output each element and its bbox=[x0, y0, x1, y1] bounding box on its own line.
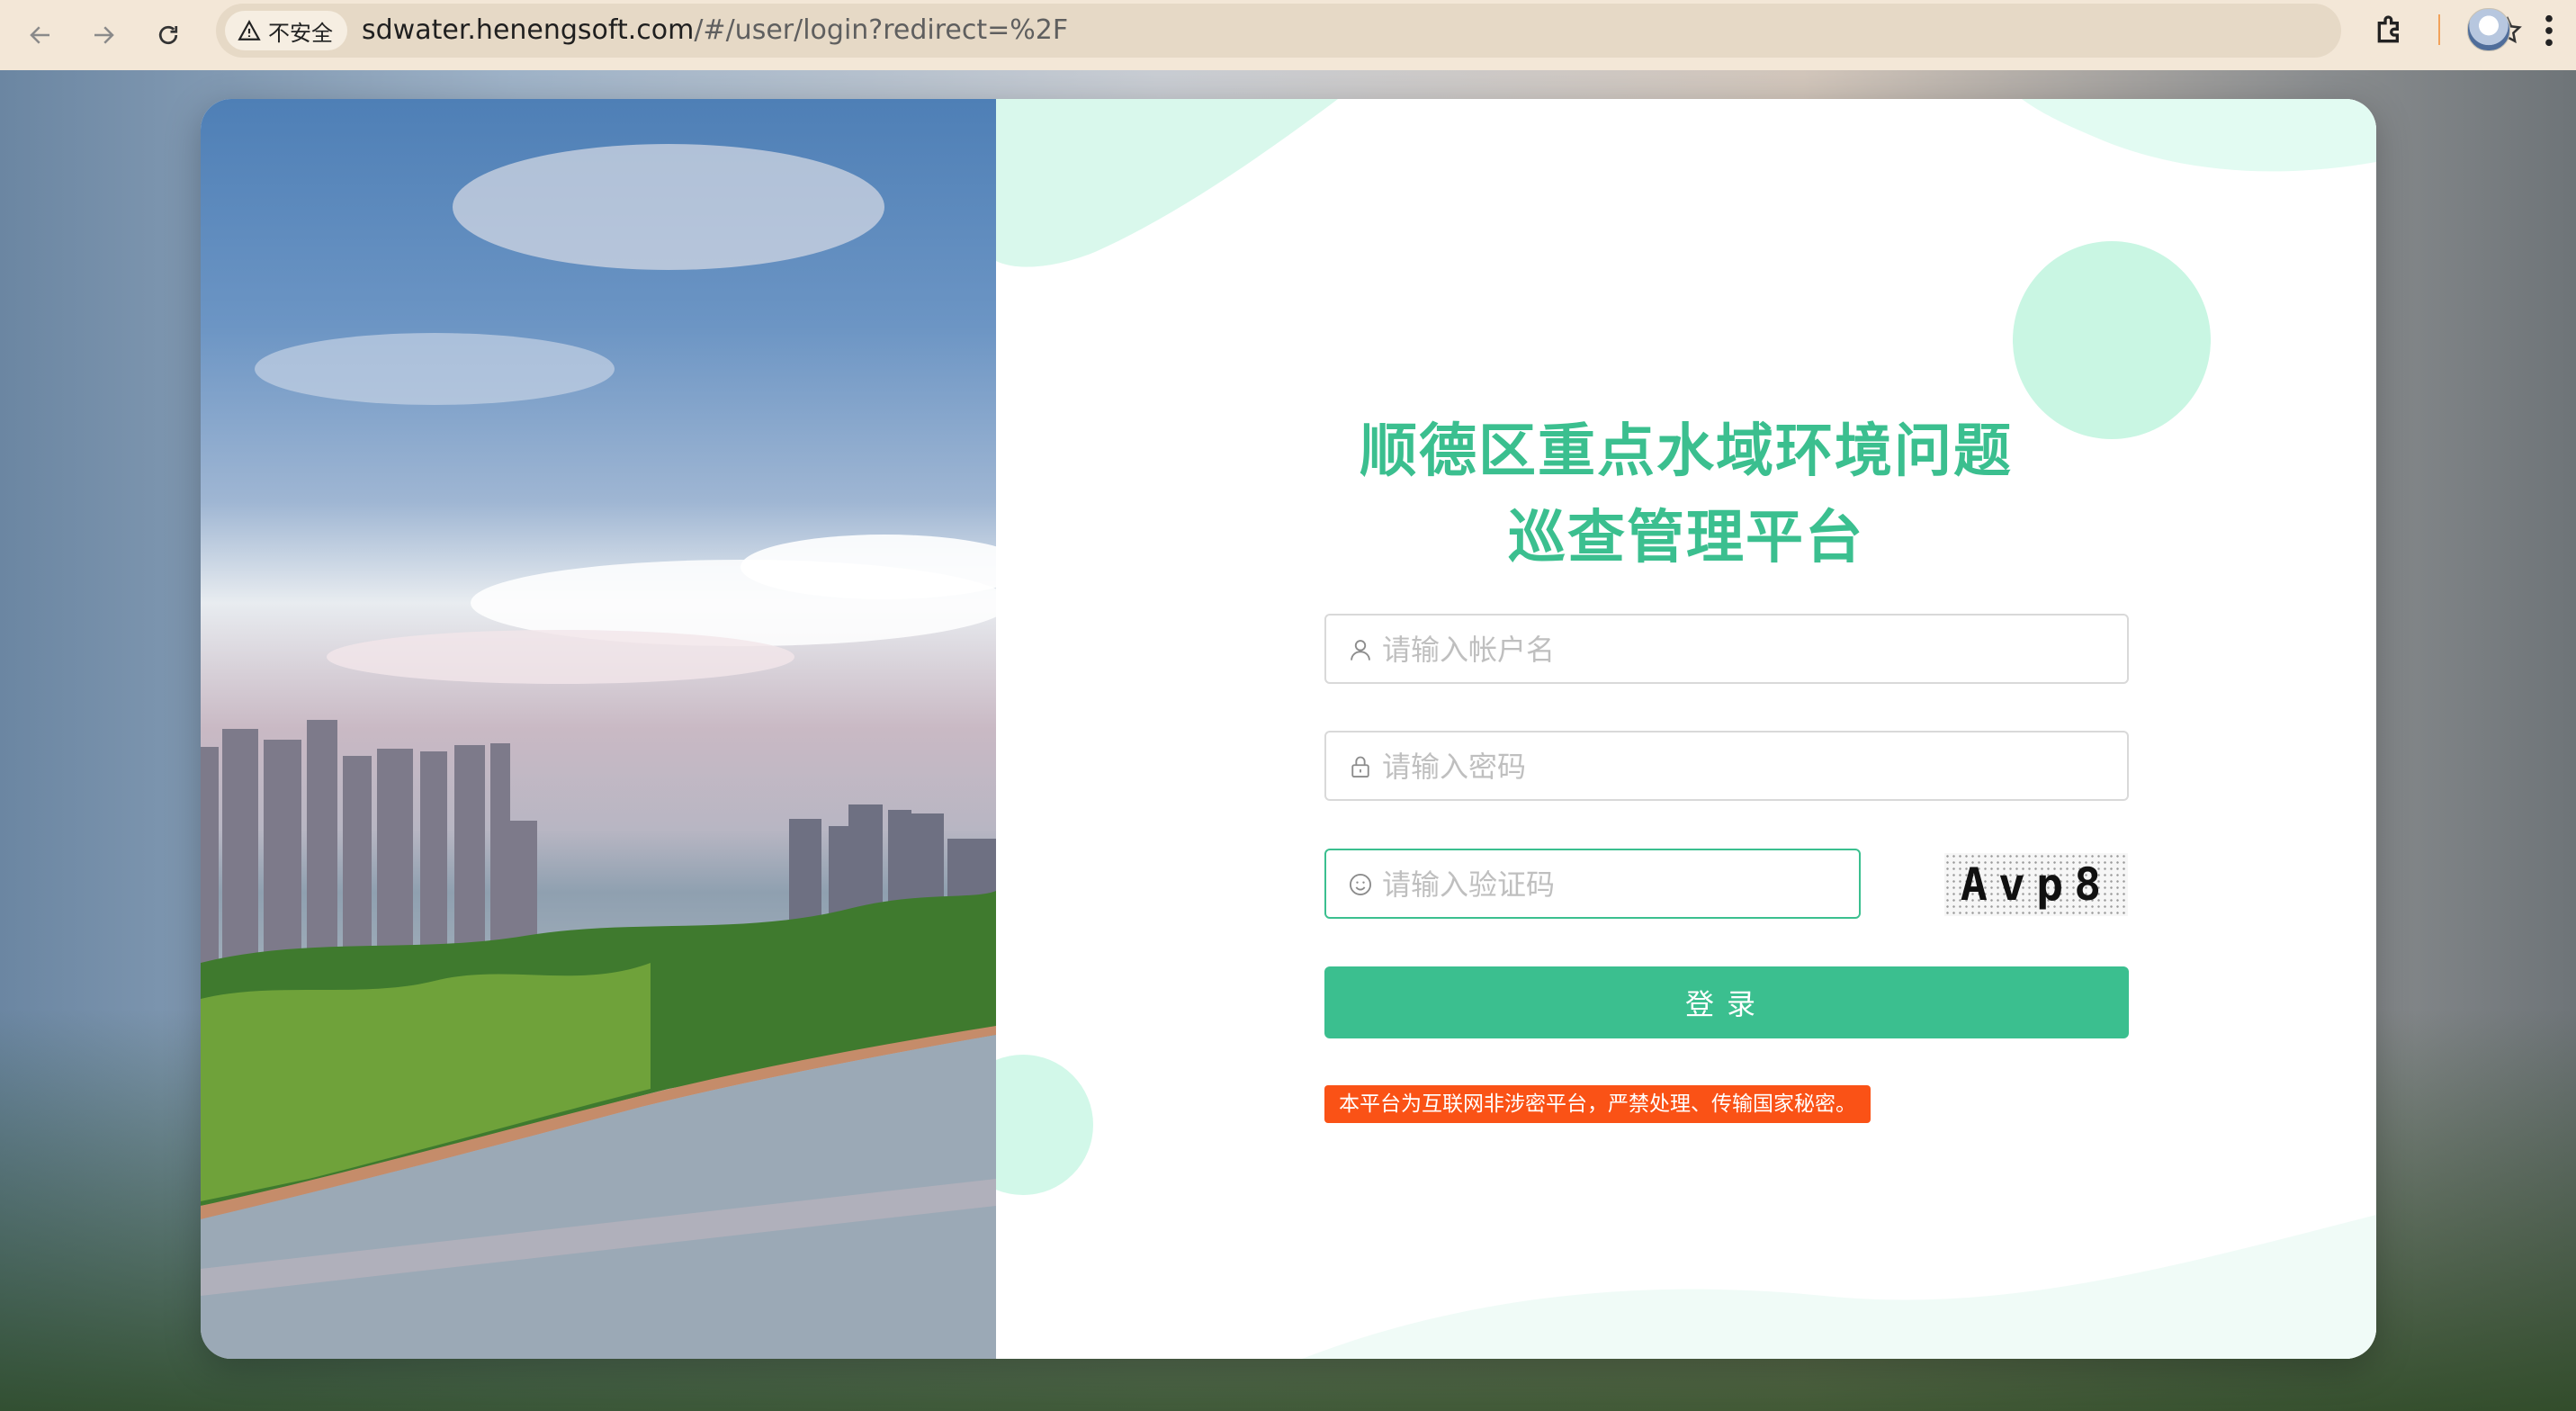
password-field[interactable] bbox=[1324, 731, 2129, 801]
decorative-blobs bbox=[996, 99, 2376, 1359]
username-field[interactable] bbox=[1324, 614, 2129, 684]
city-river-illustration bbox=[201, 144, 996, 1359]
password-input[interactable] bbox=[1380, 732, 2104, 801]
back-button[interactable] bbox=[18, 13, 63, 58]
extensions-icon[interactable] bbox=[2372, 13, 2408, 49]
toolbar-separator bbox=[2438, 14, 2440, 45]
landscape-photo bbox=[201, 99, 996, 1359]
url-path: /#/user/login?redirect=%2F bbox=[694, 14, 1069, 46]
warning-icon bbox=[238, 20, 261, 40]
profile-avatar[interactable] bbox=[2467, 8, 2510, 51]
captcha-field[interactable] bbox=[1324, 849, 2104, 919]
platform-title-line2: 巡查管理平台 bbox=[1508, 505, 1864, 571]
address-bar[interactable]: 不安全 sdwater.henengsoft.com/#/user/login?… bbox=[216, 4, 2522, 58]
lock-icon bbox=[1351, 756, 1369, 778]
smile-icon bbox=[1349, 873, 1372, 896]
url-domain: sdwater.henengsoft.com bbox=[362, 14, 695, 46]
more-menu-icon[interactable] bbox=[2543, 13, 2555, 49]
username-input[interactable] bbox=[1380, 616, 2104, 684]
reload-button[interactable] bbox=[146, 13, 191, 58]
user-icon bbox=[1351, 640, 1370, 661]
arrow-left-icon bbox=[30, 26, 49, 44]
browser-toolbar: 不安全 sdwater.henengsoft.com/#/user/login?… bbox=[0, 0, 2576, 71]
url-text[interactable]: sdwater.henengsoft.com/#/user/login?redi… bbox=[362, 4, 1068, 58]
login-panel: 顺德区重点水域环境问题 巡查管理平台 Avp8 登录 本平台为互联网非涉密平台，… bbox=[996, 99, 2376, 1359]
security-notice: 本平台为互联网非涉密平台，严禁处理、传输国家秘密。 bbox=[1324, 1085, 1871, 1123]
login-button[interactable]: 登录 bbox=[1324, 966, 2129, 1038]
security-label: 不安全 bbox=[268, 20, 333, 46]
forward-button[interactable] bbox=[81, 13, 126, 58]
reload-icon bbox=[158, 25, 178, 45]
captcha-image[interactable]: Avp8 bbox=[1944, 853, 2128, 916]
login-card: 顺德区重点水域环境问题 巡查管理平台 Avp8 登录 本平台为互联网非涉密平台，… bbox=[201, 99, 2376, 1359]
arrow-right-icon bbox=[94, 26, 114, 44]
security-chip[interactable]: 不安全 bbox=[225, 11, 347, 50]
platform-title-line1: 顺德区重点水域环境问题 bbox=[1360, 418, 2013, 485]
